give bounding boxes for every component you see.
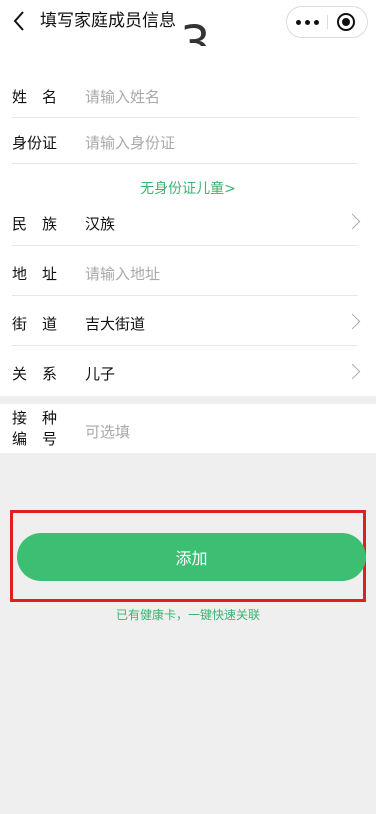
relation-value[interactable]: 儿子	[85, 363, 115, 384]
capsule-divider	[327, 15, 328, 29]
vaccine-label-line2: 编 号	[12, 430, 58, 448]
street-label: 街 道	[12, 315, 58, 333]
nav-bar: 填写家庭成员信息 3	[0, 0, 376, 72]
relation-label: 关 系	[12, 365, 58, 383]
street-value[interactable]: 吉大街道	[85, 313, 145, 334]
address-row[interactable]: 地 址 请输入地址	[0, 246, 376, 296]
page-title: 填写家庭成员信息	[40, 11, 176, 31]
id-card-row[interactable]: 身份证 请输入身份证	[0, 118, 376, 164]
chevron-right-icon	[344, 363, 361, 380]
no-id-child-link[interactable]: 无身份证儿童>	[0, 178, 376, 198]
more-dots-icon[interactable]	[287, 7, 327, 37]
chevron-left-icon[interactable]	[10, 8, 30, 34]
relation-row[interactable]: 关 系 儿子	[0, 346, 376, 396]
vaccine-number-input[interactable]: 可选填	[85, 421, 130, 442]
mini-program-capsule	[286, 6, 368, 38]
name-label: 姓 名	[12, 88, 58, 106]
name-row[interactable]: 姓 名 请输入姓名	[0, 48, 376, 118]
add-button[interactable]: 添加	[17, 533, 366, 581]
member-form: 姓 名 请输入姓名 身份证 请输入身份证 无身份证儿童> 民 族 汉族 地 址 …	[0, 46, 376, 396]
chevron-right-icon	[344, 213, 361, 230]
id-card-label: 身份证	[12, 134, 58, 152]
divider	[12, 163, 358, 164]
vaccine-number-label: 接 种 编 号	[12, 408, 62, 450]
street-row[interactable]: 街 道 吉大街道	[0, 296, 376, 346]
chevron-right-icon	[344, 313, 361, 330]
target-close-icon[interactable]	[337, 13, 355, 31]
ethnicity-label: 民 族	[12, 215, 58, 233]
ethnicity-row[interactable]: 民 族 汉族	[0, 196, 376, 246]
address-label: 地 址	[12, 265, 58, 283]
link-health-card-link[interactable]: 已有健康卡，一键快速关联	[0, 606, 376, 623]
id-card-input[interactable]: 请输入身份证	[85, 132, 175, 153]
vaccine-number-row[interactable]: 接 种 编 号 可选填	[0, 404, 376, 453]
vaccine-label-line1: 接 种	[12, 409, 58, 427]
ethnicity-value[interactable]: 汉族	[85, 213, 115, 234]
name-input[interactable]: 请输入姓名	[85, 86, 160, 107]
address-input[interactable]: 请输入地址	[85, 263, 160, 284]
